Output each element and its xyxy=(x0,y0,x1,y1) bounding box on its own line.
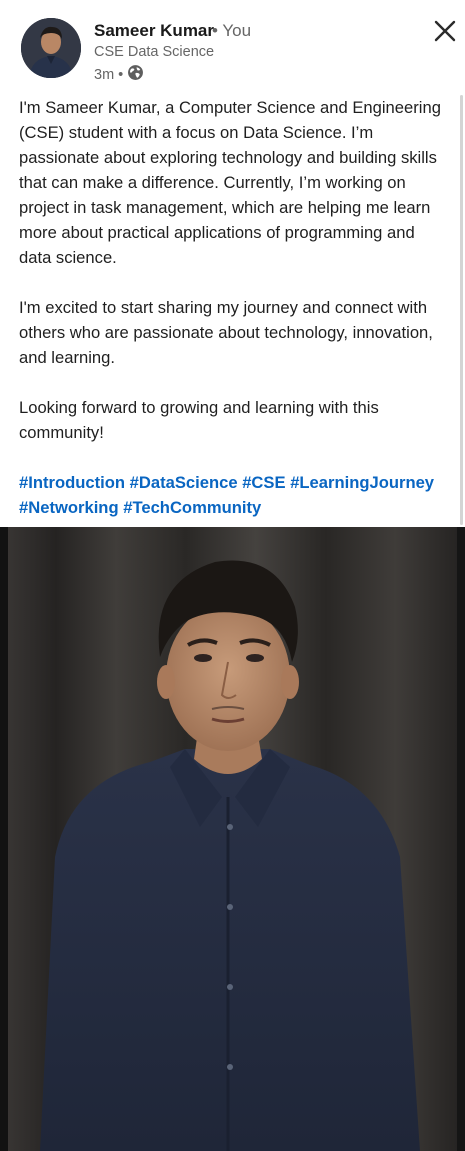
scrollbar[interactable] xyxy=(460,95,463,525)
close-icon xyxy=(434,20,456,42)
hashtag-link[interactable]: #LearningJourney xyxy=(290,473,434,492)
hashtag-link[interactable]: #TechCommunity xyxy=(123,498,261,517)
globe-icon xyxy=(127,64,144,85)
author-headline: CSE Data Science xyxy=(94,44,215,60)
hashtag-link[interactable]: #CSE xyxy=(242,473,285,492)
post-meta: 3m • xyxy=(94,64,144,85)
post-photo[interactable] xyxy=(0,527,465,1151)
hashtag-list: #Introduction #DataScience #CSE #Learnin… xyxy=(19,470,449,520)
post-body: I'm Sameer Kumar, a Computer Science and… xyxy=(19,95,449,545)
post-paragraph: Looking forward to growing and learning … xyxy=(19,398,379,442)
hashtag-link[interactable]: #Introduction xyxy=(19,473,125,492)
close-button[interactable] xyxy=(430,16,460,46)
hashtag-link[interactable]: #DataScience xyxy=(130,473,238,492)
post-paragraph: I'm excited to start sharing my journey … xyxy=(19,298,433,367)
connection-degree: • You xyxy=(212,21,252,40)
avatar[interactable] xyxy=(21,18,81,78)
post-header: Sameer Kumar • You CSE Data Science 3m • xyxy=(0,0,465,90)
meta-separator: • xyxy=(118,66,124,83)
post-time: 3m xyxy=(94,66,115,83)
author-name[interactable]: Sameer Kumar xyxy=(94,21,214,41)
hashtag-link[interactable]: #Networking xyxy=(19,498,119,517)
post-paragraph: I'm Sameer Kumar, a Computer Science and… xyxy=(19,98,441,267)
post-card: Sameer Kumar • You CSE Data Science 3m •… xyxy=(0,0,465,1151)
